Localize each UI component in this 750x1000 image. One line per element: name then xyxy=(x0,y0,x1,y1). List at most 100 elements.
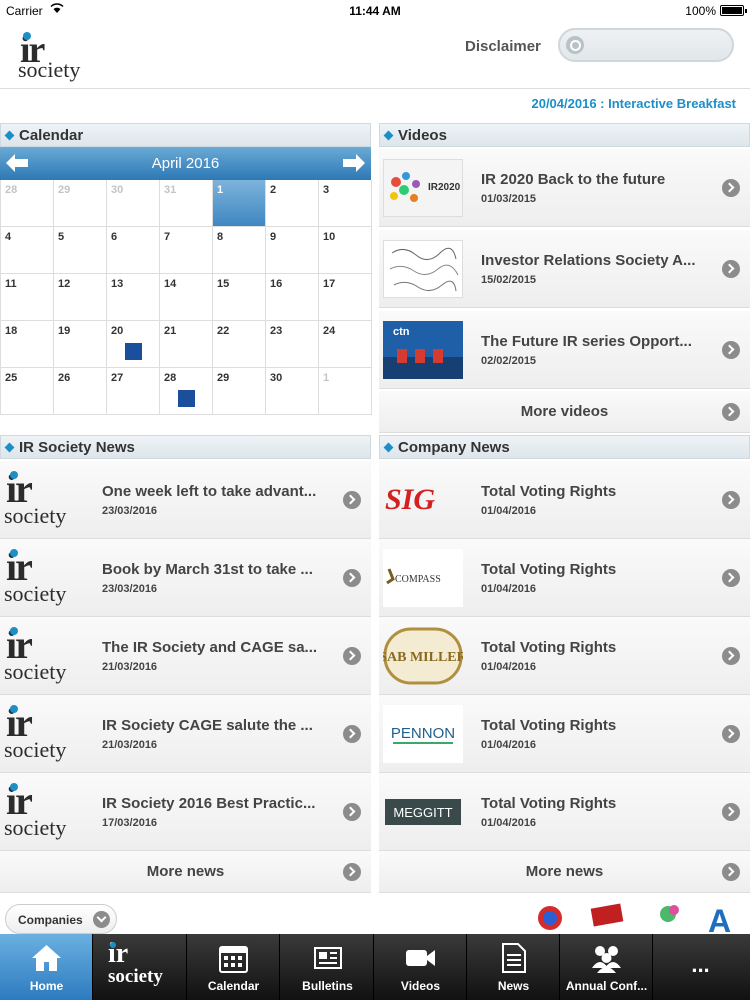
diamond-bullet-icon xyxy=(4,130,15,141)
more-company-news-button[interactable]: More news xyxy=(379,851,750,893)
calendar-day[interactable]: 13 xyxy=(107,274,160,321)
calendar-day[interactable]: 4 xyxy=(1,227,54,274)
companies-dropdown[interactable]: Companies xyxy=(5,904,117,934)
calendar-day[interactable]: 30 xyxy=(107,180,160,227)
calendar-day[interactable]: 30 xyxy=(266,368,319,415)
tab-videos[interactable]: Videos xyxy=(374,934,467,1000)
company-news-item[interactable]: SAB MILLER Total Voting Rights 01/04/2016 xyxy=(379,617,750,695)
more-ir-news-button[interactable]: More news xyxy=(0,851,371,893)
calendar-day[interactable]: 12 xyxy=(54,274,107,321)
video-thumb-text: IR2020 xyxy=(428,182,461,193)
chevron-right-icon xyxy=(343,863,361,881)
chevron-right-icon xyxy=(722,863,740,881)
company-logo-strip[interactable]: A xyxy=(530,900,750,939)
event-ticker[interactable]: 20/04/2016 : Interactive Breakfast xyxy=(531,96,736,111)
news-title: Total Voting Rights xyxy=(481,561,617,578)
calendar-day[interactable]: 16 xyxy=(266,274,319,321)
tab-more[interactable]: ... xyxy=(654,934,747,1000)
company-news-item[interactable]: SIG Total Voting Rights 01/04/2016 xyxy=(379,461,750,539)
calendar-day-number: 20 xyxy=(111,325,124,337)
news-date: 01/04/2016 xyxy=(481,817,537,829)
calendar-day-number: 4 xyxy=(5,231,12,243)
ir-society-logo[interactable]: ir society xyxy=(18,29,98,85)
calendar-day[interactable]: 14 xyxy=(160,274,213,321)
tab-calendar[interactable]: Calendar xyxy=(187,934,280,1000)
bottom-tab-bar: Home ir society Calendar Bulletins Video… xyxy=(0,934,750,1000)
calendar-day[interactable]: 25 xyxy=(1,368,54,415)
company-news-section-title: Company News xyxy=(398,439,510,456)
calendar-day[interactable]: 27 xyxy=(107,368,160,415)
chevron-right-icon xyxy=(722,647,740,665)
company-news-item[interactable]: PENNON Total Voting Rights 01/04/2016 xyxy=(379,695,750,773)
calendar-day[interactable]: 28 xyxy=(1,180,54,227)
calendar-day[interactable]: 20 xyxy=(107,321,160,368)
ir-news-item[interactable]: ir society Book by March 31st to take ... 2… xyxy=(0,539,371,617)
logo-dot xyxy=(10,549,18,557)
calendar-day-number: 31 xyxy=(164,184,177,196)
videos-section-title: Videos xyxy=(398,127,447,144)
calendar-day[interactable]: 28 xyxy=(160,368,213,415)
ir-news-item[interactable]: ir society The IR Society and CAGE sa... 21… xyxy=(0,617,371,695)
news-date: 17/03/2016 xyxy=(102,817,158,829)
video-item[interactable]: Investor Relations Society A... 15/02/20… xyxy=(379,230,750,308)
news-title: One week left to take advant... xyxy=(102,483,317,500)
calendar-day[interactable]: 6 xyxy=(107,227,160,274)
tab-ir-society[interactable]: ir society xyxy=(94,934,187,1000)
video-item[interactable]: IR2020 IR 2020 Back to the future 01/03/… xyxy=(379,149,750,227)
more-news-label: More news xyxy=(525,863,604,880)
calendar-day[interactable]: 11 xyxy=(1,274,54,321)
tab-annual-conference[interactable]: Annual Conf... xyxy=(560,934,653,1000)
disclaimer-link[interactable]: Disclaimer xyxy=(465,38,541,55)
calendar-day[interactable]: 31 xyxy=(160,180,213,227)
calendar-day[interactable]: 8 xyxy=(213,227,266,274)
event-marker xyxy=(178,390,195,407)
ir-society-logo: ir society xyxy=(4,778,88,843)
logo-society-text: society xyxy=(18,57,81,82)
calendar-day[interactable]: 19 xyxy=(54,321,107,368)
news-date: 01/04/2016 xyxy=(481,661,537,673)
chevron-right-icon xyxy=(722,491,740,509)
calendar-day[interactable]: 1 xyxy=(319,368,372,415)
calendar-day-number: 28 xyxy=(5,184,18,196)
calendar-day[interactable]: 24 xyxy=(319,321,372,368)
chevron-right-icon xyxy=(722,403,740,421)
ir-news-item[interactable]: ir society One week left to take advant...… xyxy=(0,461,371,539)
calendar-day[interactable]: 2 xyxy=(266,180,319,227)
app-header: ir society Disclaimer xyxy=(0,22,750,89)
ir-news-item[interactable]: ir society IR Society CAGE salute the ... 2… xyxy=(0,695,371,773)
news-title: Book by March 31st to take ... xyxy=(102,561,313,578)
more-icon: ... xyxy=(691,952,710,977)
calendar-day-number: 3 xyxy=(323,184,330,196)
search-input[interactable] xyxy=(558,28,734,62)
tab-bulletins[interactable]: Bulletins xyxy=(281,934,374,1000)
company-news-item[interactable]: MEGGITT Total Voting Rights 01/04/2016 xyxy=(379,773,750,851)
calendar-day[interactable]: 5 xyxy=(54,227,107,274)
calendar-day[interactable]: 18 xyxy=(1,321,54,368)
calendar-day[interactable]: 23 xyxy=(266,321,319,368)
company-news-item[interactable]: COMPASS Total Voting Rights 01/04/2016 xyxy=(379,539,750,617)
calendar-day[interactable]: 29 xyxy=(213,368,266,415)
tab-news[interactable]: News xyxy=(467,934,560,1000)
calendar-day[interactable]: 22 xyxy=(213,321,266,368)
calendar-day[interactable]: 10 xyxy=(319,227,372,274)
logo-dot xyxy=(10,627,18,635)
calendar-day[interactable]: 26 xyxy=(54,368,107,415)
news-title: IR Society 2016 Best Practic... xyxy=(102,795,316,812)
calendar-day-today[interactable]: 1 xyxy=(213,180,266,227)
next-month-arrow-icon[interactable] xyxy=(343,154,365,172)
calendar-day[interactable]: 3 xyxy=(319,180,372,227)
company-logo: SAB MILLER xyxy=(383,627,463,685)
calendar-day[interactable]: 15 xyxy=(213,274,266,321)
status-bar: Carrier 11:44 AM 100% xyxy=(0,0,750,22)
calendar-day[interactable]: 9 xyxy=(266,227,319,274)
calendar-day[interactable]: 17 xyxy=(319,274,372,321)
calendar-grid: 28 29 30 31 1 2 3 4 5 6 7 8 9 10 11 12 13 14 15 16 17 18 19 20 2… xyxy=(0,180,372,415)
calendar-day[interactable]: 29 xyxy=(54,180,107,227)
more-videos-button[interactable]: More videos xyxy=(379,391,750,433)
calendar-day[interactable]: 21 xyxy=(160,321,213,368)
calendar-day[interactable]: 7 xyxy=(160,227,213,274)
calendar-day-number: 27 xyxy=(111,372,124,384)
tab-home[interactable]: Home xyxy=(0,934,93,1000)
video-item[interactable]: ctn The Future IR series Opport... 02/02… xyxy=(379,311,750,389)
ir-news-item[interactable]: ir society IR Society 2016 Best Practic...… xyxy=(0,773,371,851)
